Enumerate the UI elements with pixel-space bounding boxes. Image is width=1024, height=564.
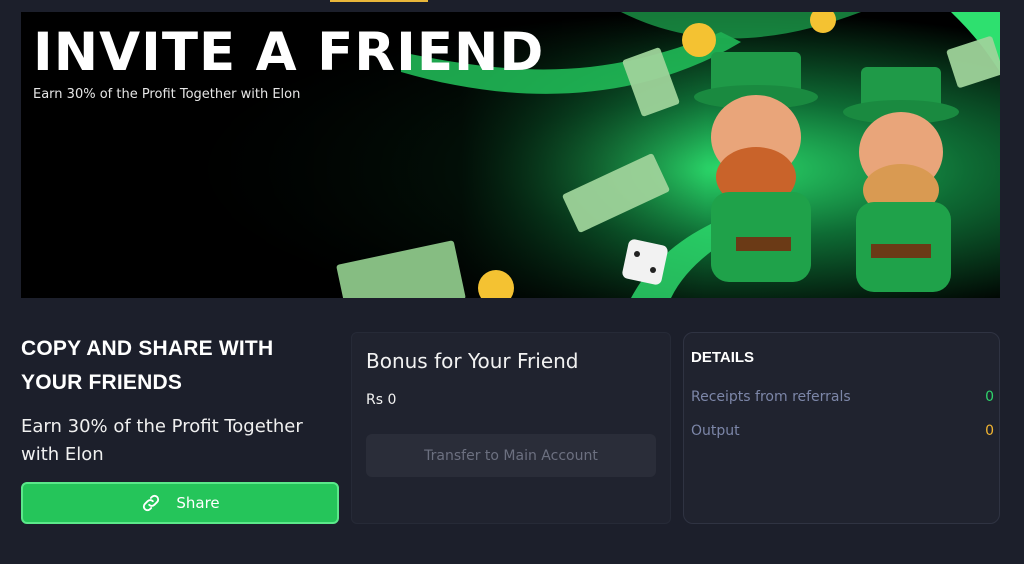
bonus-title: Bonus for Your Friend — [366, 349, 579, 373]
detail-value: 0 — [985, 389, 994, 405]
transfer-to-main-account-button[interactable]: Transfer to Main Account — [366, 434, 656, 477]
bonus-amount: Rs 0 — [366, 392, 397, 408]
banner-title: INVITE A FRIEND — [33, 22, 545, 83]
banner-subtitle: Earn 30% of the Profit Together with Elo… — [33, 87, 301, 102]
detail-label: Receipts from referrals — [691, 389, 851, 405]
share-button[interactable]: Share — [21, 482, 339, 524]
detail-row-output: Output 0 — [691, 423, 994, 439]
detail-value: 0 — [985, 423, 994, 439]
share-button-label: Share — [176, 494, 220, 512]
top-accent-bar — [330, 0, 428, 2]
details-card: DETAILS Receipts from referrals 0 Output… — [683, 332, 1000, 524]
bonus-card: Bonus for Your Friend Rs 0 Transfer to M… — [351, 332, 671, 524]
detail-row-referrals: Receipts from referrals 0 — [691, 389, 994, 405]
share-heading: COPY AND SHARE WITH YOUR FRIENDS — [21, 337, 274, 394]
detail-label: Output — [691, 423, 740, 439]
details-heading: DETAILS — [691, 349, 755, 366]
link-icon — [143, 494, 160, 512]
share-section: COPY AND SHARE WITH YOUR FRIENDS Earn 30… — [21, 332, 339, 469]
share-description: Earn 30% of the Profit Together with Elo… — [21, 416, 303, 465]
invite-banner: INVITE A FRIEND Earn 30% of the Profit T… — [21, 12, 1000, 298]
